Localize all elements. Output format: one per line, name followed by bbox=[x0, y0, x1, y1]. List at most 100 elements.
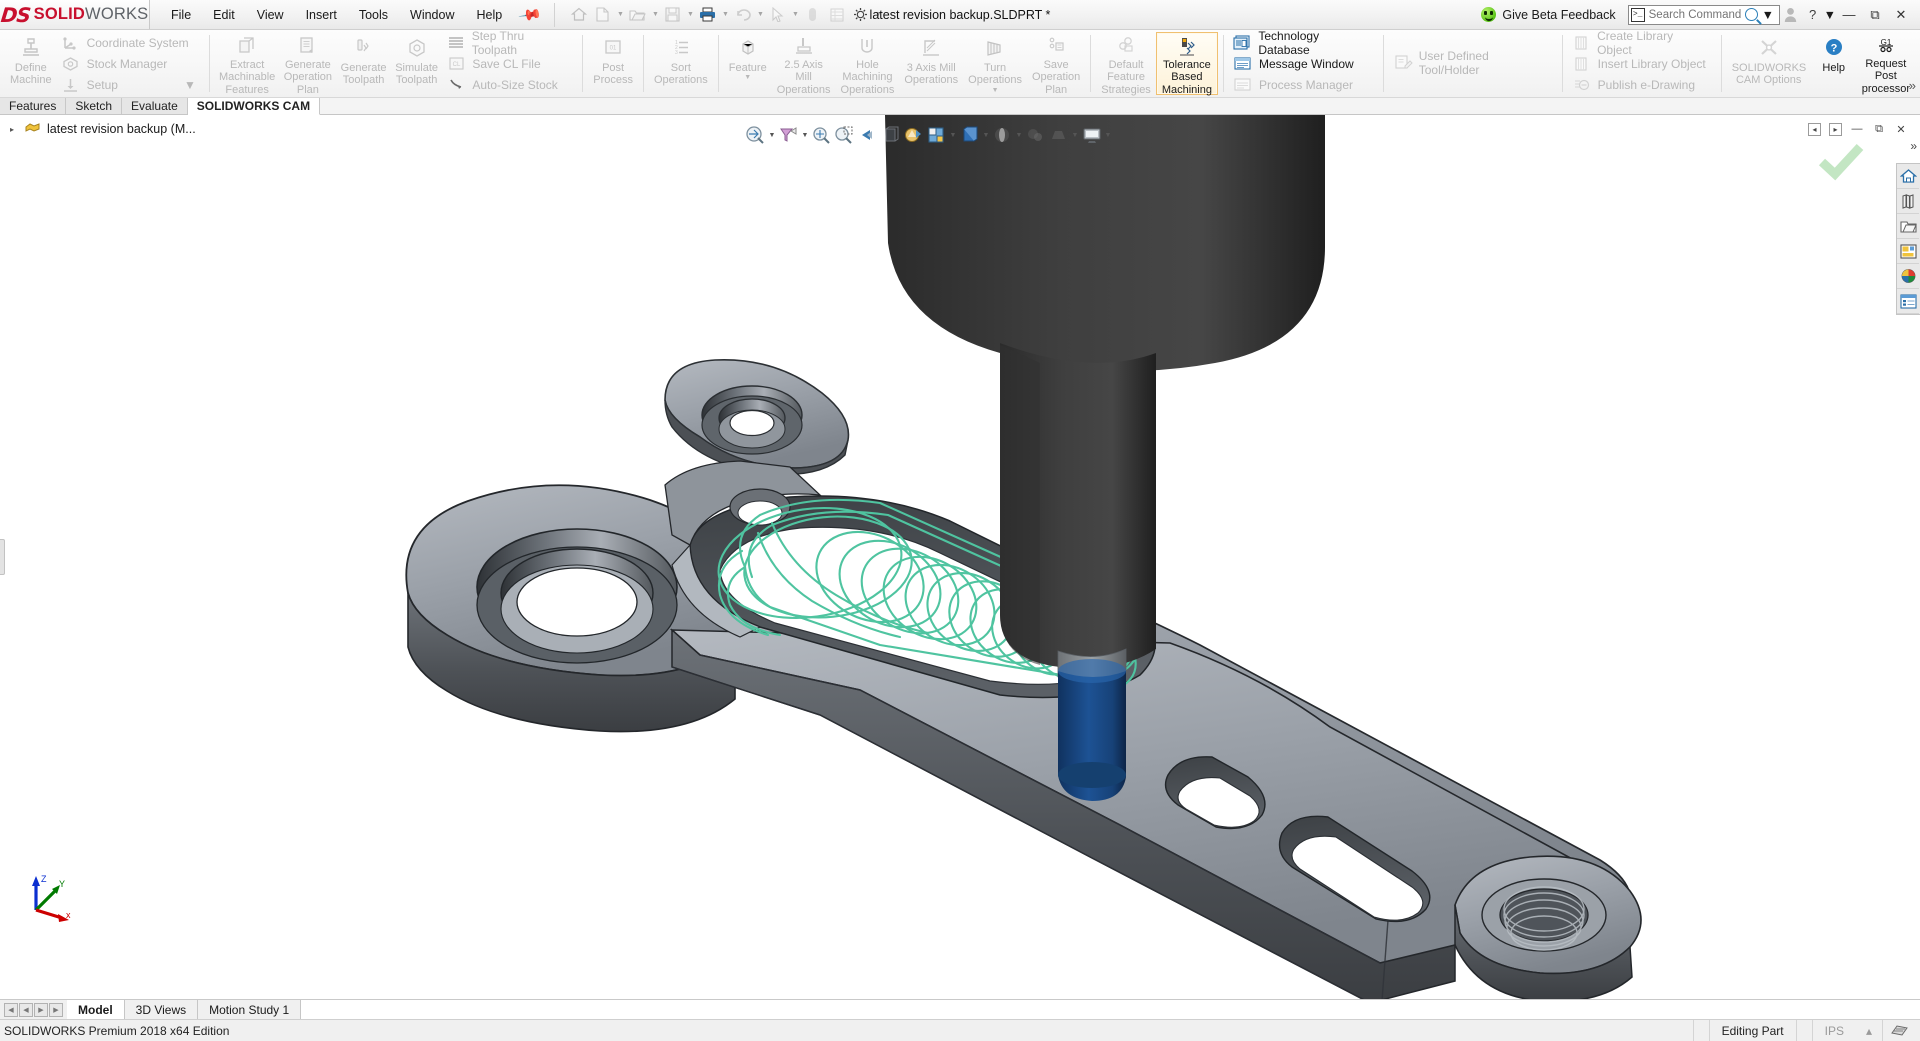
feature-button[interactable]: Feature ▼ bbox=[724, 32, 772, 95]
simulate-toolpath-button[interactable]: Simulate Toolpath bbox=[391, 32, 443, 95]
pin-icon[interactable]: 📌 bbox=[518, 2, 544, 27]
give-beta-feedback-button[interactable]: Give Beta Feedback bbox=[1481, 7, 1615, 22]
document-minimize-icon[interactable]: — bbox=[1846, 119, 1868, 139]
chevron-down-icon[interactable]: ▼ bbox=[948, 132, 958, 139]
bottom-tab-3d-views[interactable]: 3D Views bbox=[125, 1000, 198, 1019]
section-view-icon[interactable] bbox=[777, 123, 800, 147]
previous-document-icon[interactable]: ◂ bbox=[1808, 123, 1821, 136]
chevron-down-icon[interactable]: ▼ bbox=[1103, 132, 1113, 139]
chevron-down-icon[interactable]: ▼ bbox=[992, 88, 999, 93]
tolerance-based-machining-button[interactable]: Tolerance Based Machining bbox=[1156, 32, 1218, 95]
print-icon[interactable] bbox=[696, 3, 720, 27]
display-panel-icon[interactable] bbox=[825, 3, 849, 27]
setup-button[interactable]: Setup ▼ bbox=[57, 74, 204, 95]
bottom-tab-motion-study-1[interactable]: Motion Study 1 bbox=[198, 1000, 301, 1019]
document-close-icon[interactable]: ✕ bbox=[1890, 119, 1912, 139]
three-d-model-scene[interactable] bbox=[0, 115, 1920, 999]
appearances-scenes-icon[interactable] bbox=[1897, 264, 1919, 289]
zoom-to-area-icon[interactable] bbox=[833, 123, 856, 147]
menu-help[interactable]: Help bbox=[466, 3, 514, 27]
edit-appearance-icon[interactable] bbox=[958, 123, 981, 147]
three-axis-mill-operations-button[interactable]: 3 Axis Mill Operations bbox=[899, 32, 963, 95]
chevron-down-icon[interactable]: ▼ bbox=[685, 11, 696, 18]
extract-machinable-features-button[interactable]: Extract Machinable Features bbox=[215, 32, 280, 95]
chevron-down-icon[interactable]: ▼ bbox=[650, 11, 661, 18]
search-input[interactable] bbox=[1649, 9, 1741, 21]
design-library-icon[interactable] bbox=[1897, 189, 1919, 214]
request-post-processor-button[interactable]: G1 Request Post processor bbox=[1857, 32, 1915, 95]
chevron-down-icon[interactable]: ▼ bbox=[184, 78, 196, 92]
previous-view-icon[interactable] bbox=[856, 123, 879, 147]
minimize-icon[interactable]: — bbox=[1836, 3, 1862, 27]
gear-icon[interactable] bbox=[849, 3, 873, 27]
save-icon[interactable] bbox=[661, 3, 685, 27]
chevron-down-icon[interactable]: ▼ bbox=[800, 132, 810, 139]
select-cursor-icon[interactable] bbox=[766, 3, 790, 27]
solidworks-resources-home-icon[interactable] bbox=[1897, 164, 1919, 189]
user-account-icon[interactable] bbox=[1780, 4, 1802, 26]
menu-file[interactable]: File bbox=[160, 3, 202, 27]
save-operation-plan-button[interactable]: Save Operation Plan bbox=[1027, 32, 1085, 95]
tab-sketch[interactable]: Sketch bbox=[66, 97, 122, 114]
restore-window-icon[interactable]: ⧉ bbox=[1862, 3, 1888, 27]
next-tab-icon[interactable]: ▶ bbox=[34, 1003, 48, 1017]
home-icon[interactable] bbox=[567, 3, 591, 27]
two-five-axis-mill-operations-button[interactable]: 2.5 Axis Mill Operations bbox=[772, 32, 836, 95]
bottom-tab-model[interactable]: Model bbox=[67, 1000, 125, 1019]
chevron-down-icon[interactable]: ▼ bbox=[1070, 132, 1080, 139]
first-tab-icon[interactable]: ◀ bbox=[4, 1003, 18, 1017]
screen-capture-icon[interactable] bbox=[1080, 123, 1103, 147]
chevron-down-icon[interactable]: ▼ bbox=[1014, 132, 1024, 139]
zoom-to-fit-icon[interactable] bbox=[744, 123, 767, 147]
chevron-down-icon[interactable]: ▼ bbox=[1762, 8, 1774, 22]
define-machine-button[interactable]: Define Machine bbox=[5, 32, 57, 95]
post-process-button[interactable]: 01 Post Process bbox=[588, 32, 638, 95]
chevron-down-icon[interactable]: ▼ bbox=[981, 132, 991, 139]
shadows-icon[interactable] bbox=[1047, 123, 1070, 147]
close-icon[interactable]: ✕ bbox=[1888, 3, 1914, 27]
message-window-button[interactable]: Message Window bbox=[1229, 53, 1378, 74]
auto-size-stock-button[interactable]: Auto-Size Stock bbox=[442, 74, 577, 95]
user-defined-tool-holder-button[interactable]: User Defined Tool/Holder bbox=[1389, 52, 1556, 73]
document-restore-icon[interactable]: ⧉ bbox=[1868, 119, 1890, 139]
generate-operation-plan-button[interactable]: Generate Operation Plan bbox=[279, 32, 336, 95]
default-feature-strategies-button[interactable]: Default Feature Strategies bbox=[1096, 32, 1156, 95]
create-library-object-button[interactable]: Create Library Object bbox=[1568, 32, 1716, 53]
tree-root-row[interactable]: ▸ latest revision backup (M... bbox=[8, 121, 260, 137]
chevron-down-icon[interactable]: ▼ bbox=[744, 75, 751, 80]
sort-operations-button[interactable]: 123 Sort Operations bbox=[649, 32, 713, 95]
help-button[interactable]: ? Help bbox=[1811, 32, 1857, 95]
chevron-down-icon[interactable]: ▼ bbox=[873, 11, 884, 18]
hide-show-items-icon[interactable] bbox=[925, 123, 948, 147]
publish-edrawing-button[interactable]: Publish e-Drawing bbox=[1568, 74, 1716, 95]
apply-scene-icon[interactable] bbox=[991, 123, 1014, 147]
chevron-down-icon[interactable]: ▼ bbox=[720, 11, 731, 18]
chevron-down-icon[interactable]: ▼ bbox=[755, 11, 766, 18]
solidworks-cam-options-button[interactable]: SOLIDWORKS CAM Options bbox=[1727, 32, 1811, 95]
turn-operations-button[interactable]: Turn Operations ▼ bbox=[963, 32, 1027, 95]
hole-machining-operations-button[interactable]: Hole Machining Operations bbox=[836, 32, 900, 95]
save-cl-file-button[interactable]: CL Save CL File bbox=[442, 53, 577, 74]
last-tab-icon[interactable]: ▶ bbox=[49, 1003, 63, 1017]
confirmation-check-icon[interactable] bbox=[1818, 143, 1864, 184]
tab-evaluate[interactable]: Evaluate bbox=[122, 97, 188, 114]
status-units[interactable]: IPS bbox=[1812, 1020, 1856, 1041]
question-mark-icon[interactable]: ? bbox=[1802, 4, 1824, 26]
ribbon-overflow-icon[interactable]: » bbox=[1909, 78, 1916, 93]
new-document-icon[interactable] bbox=[591, 3, 615, 27]
generate-toolpath-button[interactable]: Generate Toolpath bbox=[336, 32, 391, 95]
units-caret-icon[interactable]: ▴ bbox=[1856, 1020, 1882, 1041]
magnifier-icon[interactable] bbox=[1745, 8, 1758, 21]
chevron-down-icon[interactable]: ▼ bbox=[1824, 8, 1836, 22]
undo-icon[interactable] bbox=[731, 3, 755, 27]
file-explorer-folder-icon[interactable] bbox=[1897, 214, 1919, 239]
left-panel-splitter[interactable] bbox=[0, 539, 5, 575]
display-style-icon[interactable] bbox=[902, 123, 925, 147]
menu-window[interactable]: Window bbox=[399, 3, 465, 27]
next-document-icon[interactable]: ▸ bbox=[1829, 123, 1842, 136]
menu-insert[interactable]: Insert bbox=[295, 3, 348, 27]
menu-tools[interactable]: Tools bbox=[348, 3, 399, 27]
menu-edit[interactable]: Edit bbox=[202, 3, 246, 27]
view-palette-icon[interactable] bbox=[1897, 239, 1919, 264]
search-commands-box[interactable]: >_ ▼ bbox=[1628, 5, 1780, 25]
